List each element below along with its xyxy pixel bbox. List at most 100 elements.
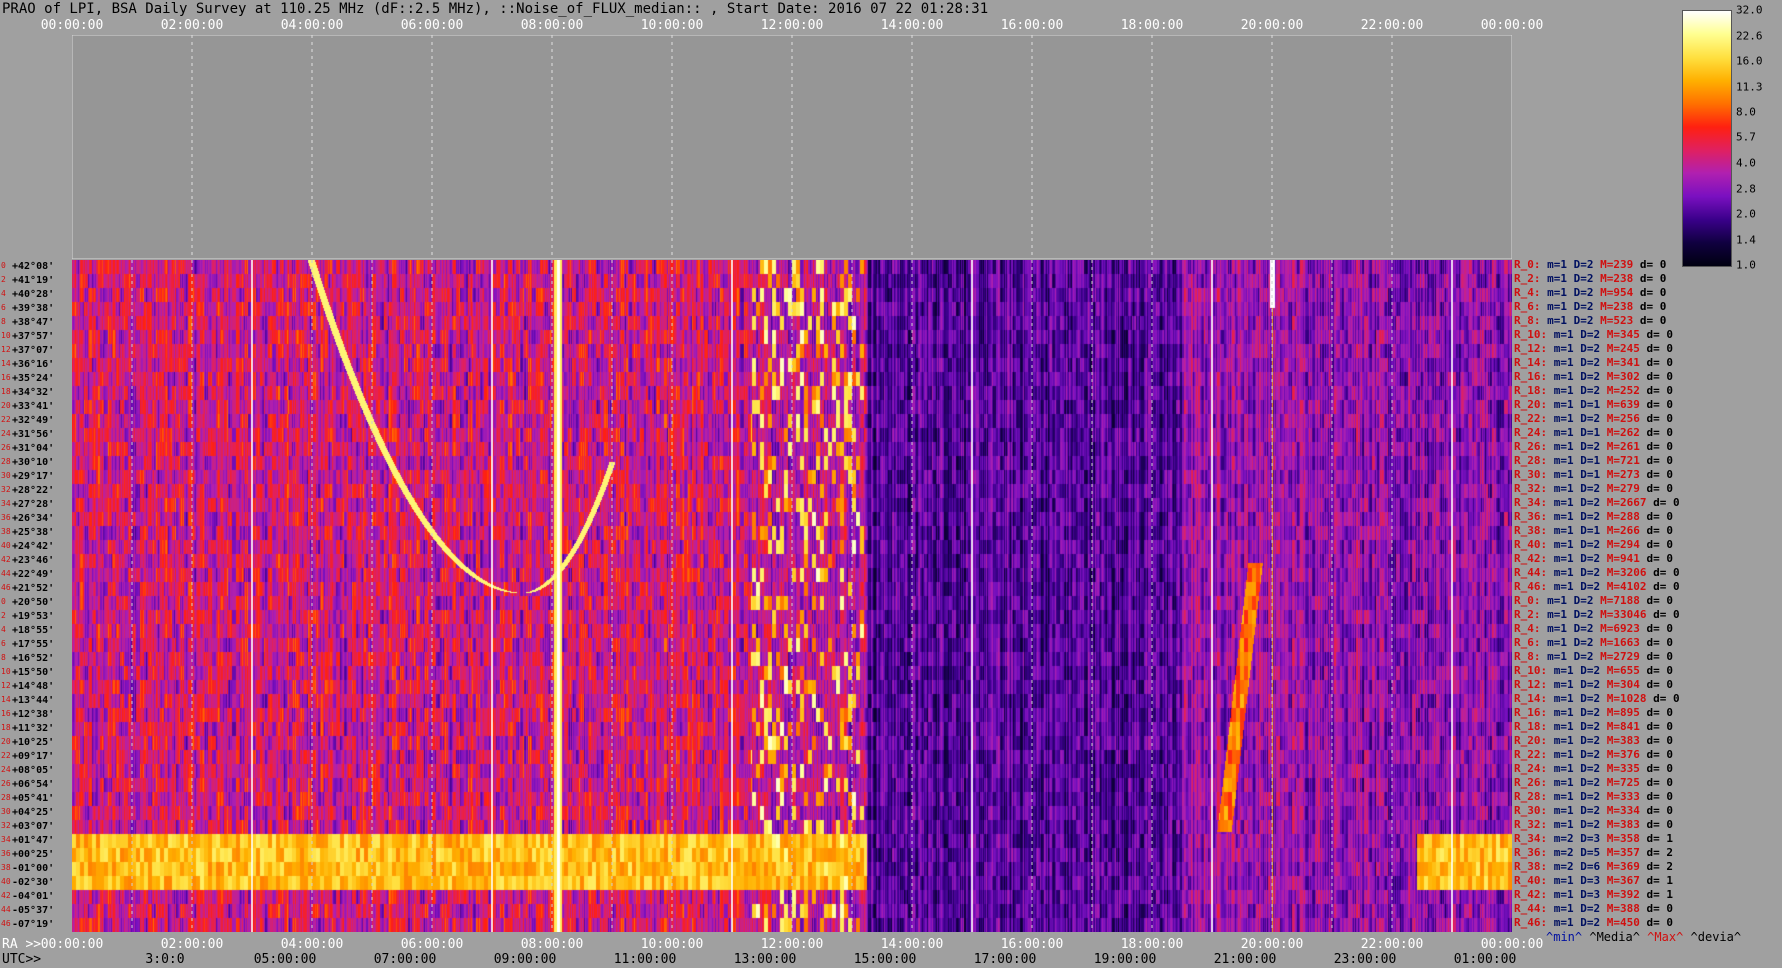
stat-d: d= 1 bbox=[1646, 832, 1674, 845]
row-declination: +32°49' bbox=[12, 415, 55, 426]
stat-row: R_22: m=1 D=2 M=376 d= 0 bbox=[1514, 749, 1673, 761]
stat-D: D=2 bbox=[1580, 692, 1607, 705]
stat-m: m=1 bbox=[1553, 916, 1581, 929]
stat-d: d= 0 bbox=[1646, 384, 1674, 397]
row-declination: +15°50' bbox=[12, 667, 55, 678]
stat-row: R_42: m=1 D=2 M=941 d= 0 bbox=[1514, 553, 1673, 565]
stat-label: R_30: bbox=[1514, 804, 1554, 817]
ra-tick-label: 20:00:00 bbox=[1240, 937, 1304, 952]
stat-row: R_2: m=1 D=2 M=33046 d= 0 bbox=[1514, 609, 1680, 621]
stat-D: D=2 bbox=[1580, 538, 1607, 551]
stat-row: R_8: m=1 D=2 M=2729 d= 0 bbox=[1514, 651, 1673, 663]
stat-m: m=1 bbox=[1547, 314, 1574, 327]
row-index: 32 bbox=[1, 821, 11, 830]
stat-d: d= 0 bbox=[1646, 538, 1674, 551]
colorbar-tick-label: 11.3 bbox=[1736, 80, 1763, 94]
stat-label: R_42: bbox=[1514, 888, 1554, 901]
stat-M: M=6923 bbox=[1600, 622, 1647, 635]
stat-label: R_44: bbox=[1514, 566, 1554, 579]
stat-label: R_16: bbox=[1514, 370, 1554, 383]
stat-D: D=2 bbox=[1580, 496, 1607, 509]
stat-label: R_10: bbox=[1514, 664, 1554, 677]
stat-d: d= 0 bbox=[1646, 776, 1674, 789]
stat-d: d= 0 bbox=[1646, 426, 1674, 439]
stat-D: D=2 bbox=[1580, 328, 1607, 341]
ra-tick-label: 10:00:00 bbox=[640, 937, 704, 952]
stat-m: m=1 bbox=[1547, 286, 1574, 299]
colorbar-tick-label: 2.0 bbox=[1736, 207, 1756, 221]
stat-row: R_10: m=1 D=2 M=345 d= 0 bbox=[1514, 329, 1673, 341]
ra-tick-label: 08:00:00 bbox=[520, 937, 584, 952]
stat-d: d= 2 bbox=[1646, 860, 1674, 873]
stat-D: D=2 bbox=[1580, 818, 1607, 831]
colorbar-tick-label: 4.0 bbox=[1736, 156, 1756, 170]
row-index: 4 bbox=[1, 289, 6, 298]
row-index: 24 bbox=[1, 429, 11, 438]
stat-row: R_6: m=1 D=2 M=1663 d= 0 bbox=[1514, 637, 1673, 649]
stat-m: m=1 bbox=[1547, 650, 1574, 663]
stat-row: R_16: m=1 D=2 M=895 d= 0 bbox=[1514, 707, 1673, 719]
stat-m: m=1 bbox=[1547, 272, 1574, 285]
stat-row: R_12: m=1 D=2 M=304 d= 0 bbox=[1514, 679, 1673, 691]
stat-M: M=239 bbox=[1600, 258, 1640, 271]
stat-d: d= 0 bbox=[1646, 510, 1674, 523]
stat-label: R_8: bbox=[1514, 314, 1548, 327]
stat-D: D=5 bbox=[1580, 846, 1607, 859]
stat-label: R_40: bbox=[1514, 874, 1554, 887]
stat-d: d= 0 bbox=[1646, 524, 1674, 537]
stat-d: d= 0 bbox=[1646, 664, 1674, 677]
stat-d: d= 0 bbox=[1646, 342, 1674, 355]
stat-D: D=2 bbox=[1580, 356, 1607, 369]
stat-row: R_42: m=1 D=3 M=392 d= 1 bbox=[1514, 889, 1673, 901]
stat-label: R_32: bbox=[1514, 818, 1554, 831]
row-index: 34 bbox=[1, 835, 11, 844]
stat-m: m=1 bbox=[1553, 888, 1581, 901]
stat-d: d= 0 bbox=[1646, 720, 1674, 733]
top-tick-label: 12:00:00 bbox=[760, 18, 824, 33]
stat-label: R_36: bbox=[1514, 846, 1554, 859]
stat-row: R_22: m=1 D=2 M=256 d= 0 bbox=[1514, 413, 1673, 425]
stat-D: D=2 bbox=[1580, 384, 1607, 397]
stat-D: D=2 bbox=[1573, 622, 1601, 635]
stat-m: m=1 bbox=[1553, 370, 1581, 383]
colorbar-tick-label: 2.8 bbox=[1736, 182, 1756, 196]
stat-M: M=376 bbox=[1606, 748, 1647, 761]
top-tick-label: 22:00:00 bbox=[1360, 18, 1424, 33]
stat-label: R_44: bbox=[1514, 902, 1554, 915]
footer-median: ^Media^ bbox=[1589, 930, 1640, 944]
row-declination: +22°49' bbox=[12, 569, 55, 580]
stat-m: m=1 bbox=[1547, 258, 1574, 271]
stat-D: D=2 bbox=[1580, 566, 1607, 579]
row-declination: +41°19' bbox=[12, 275, 55, 286]
row-declination: +19°53' bbox=[12, 611, 55, 622]
row-declination: +24°42' bbox=[12, 541, 55, 552]
stat-M: M=655 bbox=[1606, 664, 1647, 677]
row-index: 46 bbox=[1, 583, 11, 592]
stat-row: R_24: m=1 D=2 M=335 d= 0 bbox=[1514, 763, 1673, 775]
row-index: 40 bbox=[1, 541, 11, 550]
chart-title: PRAO of LPI, BSA Daily Survey at 110.25 … bbox=[2, 1, 989, 17]
stat-M: M=954 bbox=[1600, 286, 1640, 299]
stat-m: m=1 bbox=[1553, 734, 1581, 747]
stat-M: M=725 bbox=[1606, 776, 1647, 789]
stat-D: D=3 bbox=[1580, 832, 1607, 845]
stat-label: R_26: bbox=[1514, 440, 1554, 453]
stat-m: m=1 bbox=[1553, 412, 1581, 425]
stat-label: R_28: bbox=[1514, 790, 1554, 803]
row-index: 0 bbox=[1, 261, 6, 270]
stat-label: R_16: bbox=[1514, 706, 1554, 719]
top-tick-label: 02:00:00 bbox=[160, 18, 224, 33]
stat-row: R_46: m=1 D=2 M=450 d= 0 bbox=[1514, 917, 1673, 929]
stat-M: M=1663 bbox=[1600, 636, 1647, 649]
stat-M: M=367 bbox=[1606, 874, 1647, 887]
stat-d: d= 1 bbox=[1646, 888, 1674, 901]
stat-label: R_18: bbox=[1514, 720, 1554, 733]
colorbar-tick-label: 1.4 bbox=[1736, 233, 1756, 247]
stat-D: D=2 bbox=[1573, 314, 1601, 327]
stat-m: m=1 bbox=[1553, 762, 1581, 775]
stat-d: d= 0 bbox=[1646, 916, 1674, 929]
stat-d: d= 0 bbox=[1646, 762, 1674, 775]
stat-D: D=3 bbox=[1580, 888, 1607, 901]
top-tick-label: 14:00:00 bbox=[880, 18, 944, 33]
stat-M: M=2667 bbox=[1606, 496, 1654, 509]
